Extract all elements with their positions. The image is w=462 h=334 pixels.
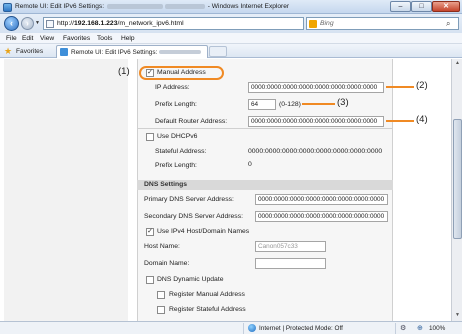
status-divider bbox=[243, 323, 244, 334]
menu-favorites[interactable]: Favorites bbox=[63, 35, 90, 42]
url-prefix: http:// bbox=[57, 20, 75, 27]
secondary-dns-label: Secondary DNS Server Address: bbox=[144, 213, 243, 220]
scrollbar-thumb[interactable] bbox=[453, 119, 462, 239]
secondary-dns-field[interactable]: 0000:0000:0000:0000:0000:0000:0000:0000 bbox=[255, 211, 388, 222]
primary-dns-label: Primary DNS Server Address: bbox=[144, 196, 234, 203]
security-zone-text[interactable]: Internet | Protected Mode: Off bbox=[259, 325, 343, 332]
star-icon[interactable]: ★ bbox=[4, 46, 12, 56]
callout-4: (4) bbox=[416, 114, 428, 125]
new-tab-button[interactable] bbox=[209, 46, 227, 57]
callout-1: (1) bbox=[118, 66, 130, 77]
register-stateful-checkbox[interactable] bbox=[157, 306, 165, 314]
back-arrow-icon[interactable]: ‹ bbox=[4, 16, 19, 31]
window-title: Remote UI: Edit IPv6 Settings: - Windows… bbox=[15, 3, 289, 10]
status-bar: Internet | Protected Mode: Off ⚙ ⊕ 100% bbox=[0, 321, 462, 334]
protected-mode-icon[interactable]: ⚙ bbox=[400, 324, 406, 332]
redacted-model-name bbox=[164, 3, 205, 9]
window-title-suffix: - Windows Internet Explorer bbox=[207, 3, 290, 10]
maximize-button[interactable]: □ bbox=[411, 1, 432, 12]
dns-settings-header: DNS Settings bbox=[137, 180, 393, 190]
status-divider bbox=[395, 323, 396, 334]
prefix-length-field[interactable]: 64 bbox=[248, 99, 276, 110]
callout-4-line bbox=[386, 120, 414, 122]
menu-bar: File Edit View Favorites Tools Help bbox=[0, 33, 462, 44]
ip-address-label: IP Address: bbox=[155, 84, 190, 91]
host-name-field[interactable]: Canon057c33 bbox=[255, 241, 326, 252]
dns-dynamic-update-checkbox[interactable] bbox=[146, 276, 154, 284]
close-button[interactable]: ✕ bbox=[432, 1, 460, 12]
menu-edit[interactable]: Edit bbox=[22, 35, 33, 42]
left-navigation-column bbox=[4, 59, 128, 321]
domain-name-field[interactable] bbox=[255, 258, 326, 269]
tab-title-text: Remote UI: Edit IPv6 Settings: bbox=[71, 49, 158, 56]
host-name-label: Host Name: bbox=[144, 243, 180, 250]
search-icon[interactable]: ⌕ bbox=[446, 19, 450, 29]
stateful-prefix-value: 0 bbox=[248, 161, 252, 168]
zoom-level[interactable]: 100% bbox=[429, 325, 445, 332]
favorites-button[interactable]: Favorites bbox=[16, 48, 43, 55]
domain-name-label: Domain Name: bbox=[144, 260, 190, 267]
internet-zone-icon bbox=[248, 324, 256, 332]
address-bar[interactable]: http://192.168.1.223/m_network_ipv6.html… bbox=[43, 17, 342, 31]
stateful-address-label: Stateful Address: bbox=[155, 148, 207, 155]
favorites-bar: ★ Favorites Remote UI: Edit IPv6 Setting… bbox=[0, 44, 462, 58]
search-placeholder[interactable]: Bing bbox=[320, 20, 334, 27]
scroll-down-icon[interactable]: ▼ bbox=[453, 311, 462, 320]
scroll-up-icon[interactable]: ▲ bbox=[453, 59, 462, 68]
bing-logo-icon bbox=[309, 20, 317, 28]
menu-tools[interactable]: Tools bbox=[97, 35, 112, 42]
menu-file[interactable]: File bbox=[6, 35, 17, 42]
history-dropdown-icon[interactable]: ▼ bbox=[35, 20, 40, 26]
ie-logo-icon bbox=[3, 3, 12, 12]
menu-view[interactable]: View bbox=[40, 35, 54, 42]
divider bbox=[137, 128, 393, 129]
redacted-model-name bbox=[159, 50, 202, 55]
prefix-length-range: (0-128) bbox=[279, 101, 301, 108]
manual-address-highlight bbox=[139, 66, 224, 80]
callout-3-line bbox=[302, 103, 335, 105]
vertical-scrollbar[interactable]: ▲ ▼ bbox=[451, 59, 462, 321]
tab-current[interactable]: Remote UI: Edit IPv6 Settings: bbox=[56, 45, 208, 58]
default-router-field[interactable]: 0000:0000:0000:0000:0000:0000:0000:0000 bbox=[248, 116, 384, 127]
page-content bbox=[0, 59, 451, 321]
zoom-icon[interactable]: ⊕ bbox=[417, 324, 423, 332]
window-title-prefix: Remote UI: Edit IPv6 Settings: bbox=[15, 3, 105, 10]
url-host: 192.168.1.223 bbox=[74, 20, 118, 27]
callout-2: (2) bbox=[416, 80, 428, 91]
use-dhcpv6-label: Use DHCPv6 bbox=[157, 133, 198, 140]
ip-address-field[interactable]: 0000:0000:0000:0000:0000:0000:0000:0000 bbox=[248, 82, 384, 93]
callout-2-line bbox=[386, 86, 414, 88]
minimize-button[interactable]: – bbox=[390, 1, 411, 12]
forward-arrow-icon[interactable]: › bbox=[21, 17, 34, 30]
default-router-label: Default Router Address: bbox=[155, 118, 228, 125]
callout-3: (3) bbox=[337, 97, 349, 108]
title-bar: Remote UI: Edit IPv6 Settings: - Windows… bbox=[0, 0, 462, 14]
use-ipv4-host-label: Use IPv4 Host/Domain Names bbox=[157, 228, 250, 235]
navigation-bar: ‹ › ▼ http://192.168.1.223/m_network_ipv… bbox=[0, 14, 462, 33]
register-manual-label: Register Manual Address bbox=[169, 291, 245, 298]
stateful-prefix-label: Prefix Length: bbox=[155, 162, 197, 169]
register-stateful-label: Register Stateful Address bbox=[169, 306, 246, 313]
search-box[interactable]: Bing ⌕ bbox=[306, 17, 459, 30]
redacted-model-name bbox=[106, 3, 163, 9]
use-ipv4-host-checkbox[interactable]: ✓ bbox=[146, 228, 154, 236]
dns-settings-title: DNS Settings bbox=[144, 181, 188, 188]
url-text[interactable]: http://192.168.1.223/m_network_ipv6.html bbox=[57, 20, 184, 27]
tab-page-icon bbox=[60, 48, 68, 56]
url-path: /m_network_ipv6.html bbox=[117, 20, 184, 27]
stateful-address-value: 0000:0000:0000:0000:0000:0000:0000:0000 bbox=[248, 148, 383, 155]
dns-dynamic-update-label: DNS Dynamic Update bbox=[157, 276, 224, 283]
menu-help[interactable]: Help bbox=[121, 35, 135, 42]
use-dhcpv6-checkbox[interactable] bbox=[146, 133, 154, 141]
tab-title: Remote UI: Edit IPv6 Settings: bbox=[71, 49, 202, 56]
register-manual-checkbox[interactable] bbox=[157, 291, 165, 299]
page-icon bbox=[46, 20, 54, 28]
prefix-length-label: Prefix Length: bbox=[155, 101, 197, 108]
primary-dns-field[interactable]: 0000:0000:0000:0000:0000:0000:0000:0000 bbox=[255, 194, 388, 205]
